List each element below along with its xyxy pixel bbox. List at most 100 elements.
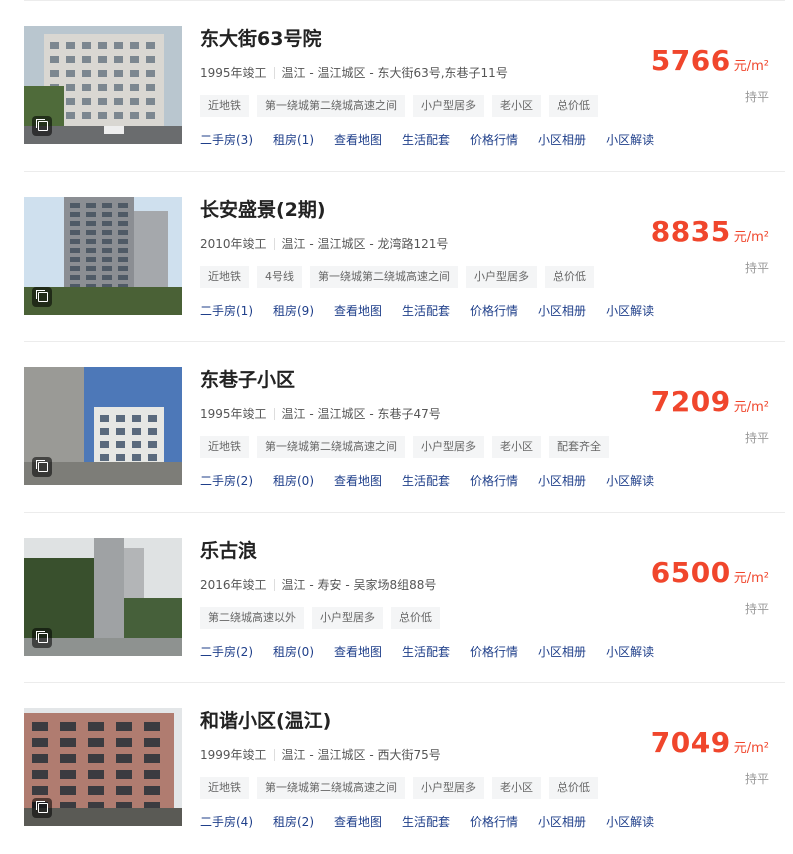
review-link[interactable]: 小区解读 <box>606 304 654 318</box>
community-photo[interactable] <box>24 26 182 144</box>
average-price: 6500 元/m² <box>651 556 769 589</box>
secondhand-link[interactable]: 二手房(2) <box>200 474 253 488</box>
community-photo[interactable] <box>24 708 182 826</box>
community-photo[interactable] <box>24 367 182 485</box>
price-trend: 持平 <box>744 90 769 104</box>
review-link[interactable]: 小区解读 <box>606 645 654 659</box>
price-trend-link[interactable]: 价格行情 <box>470 645 518 659</box>
feature-tag: 总价低 <box>549 777 598 799</box>
album-link[interactable]: 小区相册 <box>538 645 586 659</box>
secondhand-link[interactable]: 二手房(1) <box>200 304 253 318</box>
price-trend-link[interactable]: 价格行情 <box>470 304 518 318</box>
community-address: 温江 - 温江城区 - 龙湾路121号 <box>281 236 449 251</box>
community-name[interactable]: 东大街63号院 <box>200 24 321 51</box>
rental-link[interactable]: 租房(0) <box>273 474 314 488</box>
price-trend: 持平 <box>744 431 769 445</box>
community-listing: 东巷子小区 1995年竣工 温江 - 温江城区 - 东巷子47号近地铁 第一绕城第二绕… <box>24 341 785 511</box>
feature-tag: 近地铁 <box>200 436 249 458</box>
review-link[interactable]: 小区解读 <box>606 474 654 488</box>
feature-tags: 近地铁 第一绕城第二绕城高速之间 小户型居多 老小区 配套齐全 <box>200 435 617 458</box>
price-trend-link[interactable]: 价格行情 <box>470 815 518 829</box>
community-name[interactable]: 乐古浪 <box>200 536 257 563</box>
feature-tag: 小户型居多 <box>312 606 383 629</box>
amenities-link[interactable]: 生活配套 <box>402 304 450 318</box>
build-year: 2016年竣工 <box>200 577 267 592</box>
rental-link[interactable]: 租房(1) <box>273 133 314 147</box>
community-listing: 东大街63号院 1995年竣工 温江 - 温江城区 - 东大街63号,东巷子11号近… <box>24 0 785 170</box>
album-link[interactable]: 小区相册 <box>538 474 586 488</box>
amenities-link[interactable]: 生活配套 <box>402 133 450 147</box>
feature-tag: 第二绕城高速以外 <box>200 606 304 629</box>
rental-link[interactable]: 租房(0) <box>273 645 314 659</box>
price-value: 7209 <box>650 385 731 418</box>
listing-links: 二手房(3) 租房(1) 查看地图 生活配套 价格行情 小区相册 小区解读 <box>200 131 674 148</box>
album-icon <box>32 798 52 818</box>
community-meta: 1995年竣工 温江 - 温江城区 - 东大街63号,东巷子11号 <box>200 64 508 81</box>
map-link[interactable]: 查看地图 <box>334 474 382 488</box>
listing-links: 二手房(2) 租房(0) 查看地图 生活配套 价格行情 小区相册 小区解读 <box>200 472 674 489</box>
amenities-link[interactable]: 生活配套 <box>402 645 450 659</box>
price-trend: 持平 <box>744 260 769 275</box>
price-value: 7049 <box>650 726 731 759</box>
community-address: 温江 - 温江城区 - 东大街63号,东巷子11号 <box>281 66 508 80</box>
community-meta: 2010年竣工 温江 - 温江城区 - 龙湾路121号 <box>200 235 448 252</box>
community-name[interactable]: 和谐小区(温江) <box>200 706 331 733</box>
listing-links: 二手房(4) 租房(2) 查看地图 生活配套 价格行情 小区相册 小区解读 <box>200 813 674 830</box>
feature-tag: 总价低 <box>545 265 594 288</box>
feature-tag: 近地铁 <box>200 777 249 799</box>
divider <box>24 511 785 513</box>
price-unit: 元/m² <box>733 570 769 586</box>
map-link[interactable]: 查看地图 <box>334 815 382 829</box>
community-photo[interactable] <box>24 537 182 656</box>
community-address: 温江 - 寿安 - 吴家场8组88号 <box>281 577 437 592</box>
build-year: 1999年竣工 <box>200 748 267 762</box>
amenities-link[interactable]: 生活配套 <box>402 474 450 488</box>
feature-tag: 4号线 <box>257 265 302 288</box>
map-link[interactable]: 查看地图 <box>334 133 382 147</box>
price-value: 8835 <box>650 214 731 248</box>
rental-link[interactable]: 租房(2) <box>273 815 314 829</box>
community-listing: 和谐小区(温江) 1999年竣工 温江 - 温江城区 - 西大街75号近地铁 第一绕城… <box>24 682 785 852</box>
meta-divider <box>273 67 275 79</box>
rental-link[interactable]: 租房(9) <box>273 304 314 318</box>
feature-tag: 第一绕城第二绕城高速之间 <box>310 265 458 288</box>
feature-tags: 近地铁 第一绕城第二绕城高速之间 小户型居多 老小区 总价低 <box>200 776 606 799</box>
price-unit: 元/m² <box>733 59 769 74</box>
feature-tags: 近地铁 4号线 第一绕城第二绕城高速之间 小户型居多 总价低 <box>200 265 602 288</box>
feature-tag: 小户型居多 <box>413 95 484 117</box>
review-link[interactable]: 小区解读 <box>606 133 654 147</box>
community-name[interactable]: 东巷子小区 <box>200 365 295 392</box>
feature-tag: 第一绕城第二绕城高速之间 <box>257 95 405 117</box>
meta-divider <box>273 408 275 420</box>
community-meta: 1995年竣工 温江 - 温江城区 - 东巷子47号 <box>200 405 441 422</box>
album-icon <box>32 286 52 307</box>
average-price: 7209 元/m² <box>651 385 769 418</box>
meta-divider <box>273 237 275 250</box>
price-trend-link[interactable]: 价格行情 <box>470 133 518 147</box>
average-price: 7049 元/m² <box>651 726 769 759</box>
secondhand-link[interactable]: 二手房(3) <box>200 133 253 147</box>
secondhand-link[interactable]: 二手房(2) <box>200 645 253 659</box>
feature-tag: 老小区 <box>492 777 541 799</box>
feature-tag: 总价低 <box>549 95 598 117</box>
community-meta: 2016年竣工 温江 - 寿安 - 吴家场8组88号 <box>200 576 436 593</box>
community-address: 温江 - 温江城区 - 西大街75号 <box>281 748 441 762</box>
feature-tag: 小户型居多 <box>413 436 484 458</box>
map-link[interactable]: 查看地图 <box>334 645 382 659</box>
community-name[interactable]: 长安盛景(2期) <box>200 195 326 222</box>
secondhand-link[interactable]: 二手房(4) <box>200 815 253 829</box>
album-link[interactable]: 小区相册 <box>538 133 586 147</box>
album-link[interactable]: 小区相册 <box>538 304 586 318</box>
meta-divider <box>273 578 275 591</box>
map-link[interactable]: 查看地图 <box>334 304 382 318</box>
feature-tag: 小户型居多 <box>466 265 537 288</box>
price-trend: 持平 <box>744 601 769 616</box>
amenities-link[interactable]: 生活配套 <box>402 815 450 829</box>
review-link[interactable]: 小区解读 <box>606 815 654 829</box>
divider <box>24 682 785 683</box>
listing-links: 二手房(2) 租房(0) 查看地图 生活配套 价格行情 小区相册 小区解读 <box>200 643 674 660</box>
album-link[interactable]: 小区相册 <box>538 815 586 829</box>
feature-tag: 近地铁 <box>200 265 249 288</box>
price-trend-link[interactable]: 价格行情 <box>470 474 518 488</box>
community-photo[interactable] <box>24 196 182 315</box>
